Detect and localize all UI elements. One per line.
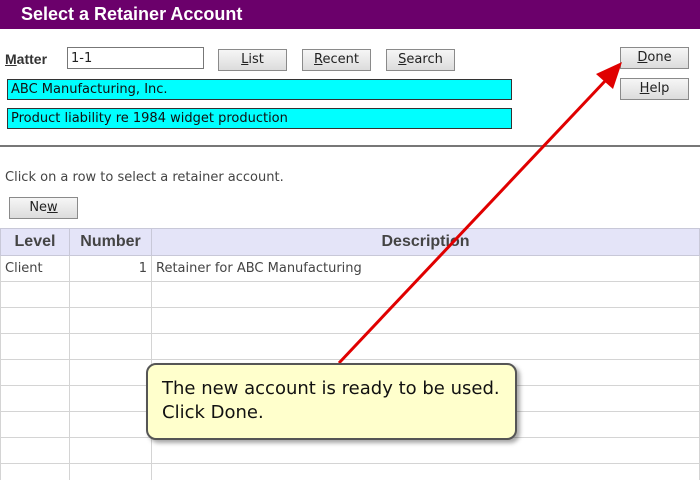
column-header-description: Description bbox=[151, 228, 700, 256]
recent-button[interactable]: Recent bbox=[302, 49, 371, 71]
empty-cell bbox=[0, 463, 70, 480]
title-bar: Select a Retainer Account bbox=[0, 0, 700, 29]
arrow-head bbox=[596, 62, 622, 89]
cell-level: Client bbox=[0, 255, 70, 282]
empty-cell bbox=[69, 437, 152, 464]
matter-label: Matter bbox=[5, 51, 48, 67]
column-header-number: Number bbox=[69, 228, 152, 256]
empty-cell bbox=[69, 359, 152, 386]
empty-cell bbox=[0, 359, 70, 386]
cell-description: Retainer for ABC Manufacturing bbox=[151, 255, 700, 282]
instruction-text: Click on a row to select a retainer acco… bbox=[5, 170, 284, 185]
table-row-empty[interactable] bbox=[0, 281, 700, 308]
empty-cell bbox=[0, 411, 70, 438]
new-button[interactable]: New bbox=[9, 197, 78, 219]
empty-cell bbox=[69, 463, 152, 480]
table-row-empty[interactable] bbox=[0, 333, 700, 360]
empty-cell bbox=[69, 385, 152, 412]
empty-cell bbox=[69, 333, 152, 360]
list-button[interactable]: List bbox=[218, 49, 287, 71]
empty-cell bbox=[69, 307, 152, 334]
search-button[interactable]: Search bbox=[386, 49, 455, 71]
matter-input[interactable] bbox=[67, 47, 204, 69]
empty-cell bbox=[151, 333, 700, 360]
empty-cell bbox=[69, 281, 152, 308]
empty-cell bbox=[69, 411, 152, 438]
empty-cell bbox=[151, 281, 700, 308]
empty-cell bbox=[0, 385, 70, 412]
section-divider bbox=[0, 145, 700, 147]
column-header-level: Level bbox=[0, 228, 70, 256]
table-row-empty[interactable] bbox=[0, 437, 700, 464]
empty-cell bbox=[151, 437, 700, 464]
help-button[interactable]: Help bbox=[620, 78, 689, 100]
matter-description-field: Product liability re 1984 widget product… bbox=[7, 108, 512, 129]
window-title: Select a Retainer Account bbox=[21, 4, 243, 24]
done-button[interactable]: Done bbox=[620, 47, 689, 69]
table-row[interactable]: Client 1 Retainer for ABC Manufacturing bbox=[0, 255, 700, 282]
client-name-field: ABC Manufacturing, Inc. bbox=[7, 79, 512, 100]
empty-cell bbox=[0, 307, 70, 334]
instruction-callout: The new account is ready to be used. Cli… bbox=[146, 363, 517, 440]
table-header-row: Level Number Description bbox=[0, 228, 700, 256]
table-row-empty[interactable] bbox=[0, 463, 700, 480]
empty-cell bbox=[0, 437, 70, 464]
retainer-table: Level Number Description Client 1 Retain… bbox=[0, 228, 700, 480]
empty-cell bbox=[151, 463, 700, 480]
empty-cell bbox=[0, 333, 70, 360]
empty-cell bbox=[0, 281, 70, 308]
empty-cell bbox=[151, 307, 700, 334]
table-row-empty[interactable] bbox=[0, 307, 700, 334]
cell-number: 1 bbox=[69, 255, 152, 282]
